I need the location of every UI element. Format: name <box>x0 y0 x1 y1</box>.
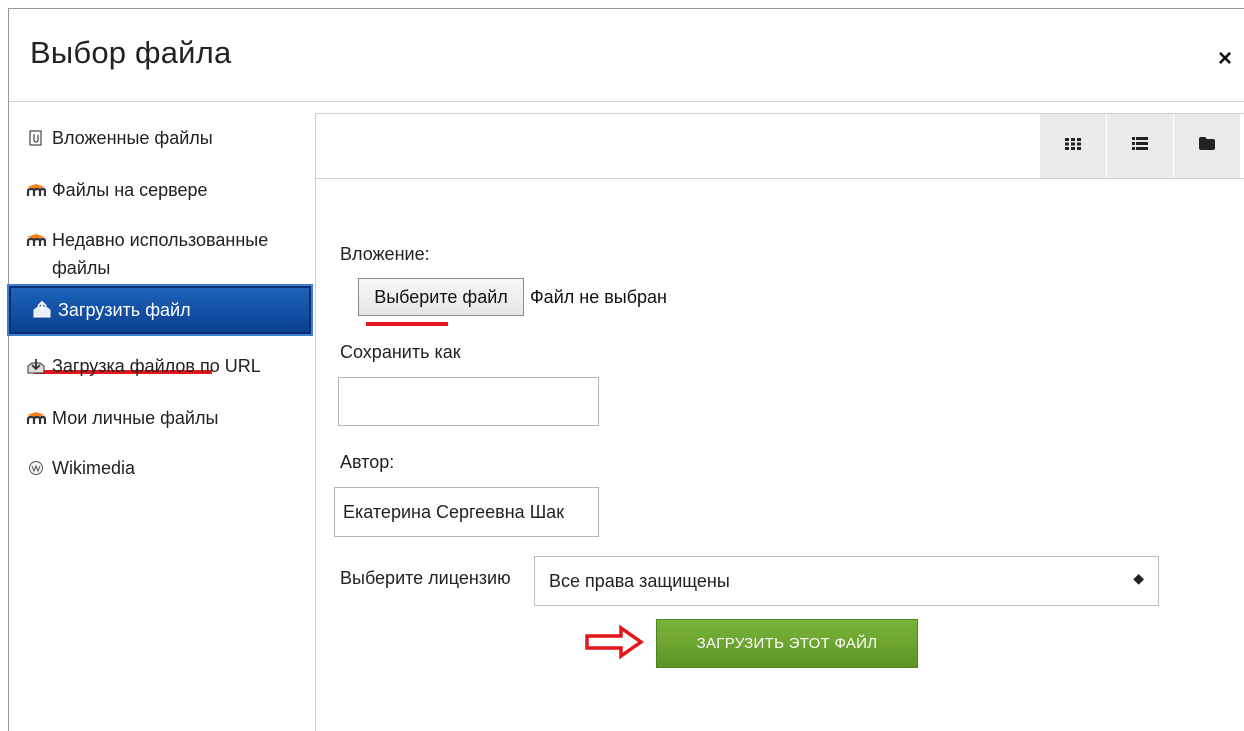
annotation-underline <box>366 322 448 326</box>
list-view-button[interactable] <box>1106 114 1173 178</box>
sidebar-item-server-files[interactable]: Файлы на сервере <box>26 176 208 204</box>
attachment-label: Вложение: <box>340 244 430 264</box>
license-selected-value: Все права защищены <box>549 570 730 591</box>
save-as-label: Сохранить как <box>340 342 461 362</box>
attachment-icon <box>26 124 46 152</box>
list-view-icon <box>1132 137 1148 155</box>
sidebar-item-label: Недавно использованные файлы <box>52 230 269 278</box>
annotation-arrow-icon <box>585 624 645 660</box>
folder-view-icon <box>1199 137 1215 155</box>
license-label: Выберите лицензию <box>340 568 511 588</box>
moodle-icon <box>26 176 46 204</box>
url-download-icon <box>26 352 46 380</box>
moodle-icon <box>26 226 46 254</box>
upload-icon <box>32 301 52 319</box>
sidebar-item-label: Wikimedia <box>52 458 136 478</box>
choose-file-button[interactable]: Выберите файл <box>358 278 524 316</box>
upload-this-file-button[interactable]: ЗАГРУЗИТЬ ЭТОТ ФАЙЛ <box>656 619 918 668</box>
view-switcher <box>1039 114 1240 178</box>
view-toolbar <box>316 113 1244 179</box>
author-label: Автор: <box>340 452 395 472</box>
sidebar-item-label: Мои личные файлы <box>52 408 219 428</box>
sidebar-item-url-download[interactable]: Загрузка файлов по URL <box>26 352 261 380</box>
select-caret-icon: ◆ <box>1133 570 1144 586</box>
moodle-icon <box>26 404 46 432</box>
sidebar-item-label: Файлы на сервере <box>52 180 208 200</box>
dialog-header: Выбор файла × <box>9 9 1244 102</box>
folder-view-button[interactable] <box>1173 114 1240 178</box>
sidebar-item-label: Загрузка файлов по URL <box>52 356 261 376</box>
no-file-status: Файл не выбран <box>530 287 667 307</box>
icons-view-button[interactable] <box>1039 114 1106 178</box>
sidebar-item-attachments[interactable]: Вложенные файлы <box>26 124 213 152</box>
author-input[interactable]: Екатерина Сергеевна Шак <box>334 487 599 537</box>
sidebar-item-label: Вложенные файлы <box>52 128 213 148</box>
license-select[interactable]: Все права защищены ◆ <box>534 556 1159 606</box>
sidebar-item-wikimedia[interactable]: Wikimedia <box>26 454 135 482</box>
icons-view-icon <box>1065 137 1081 155</box>
sidebar-item-recent-files[interactable]: Недавно использованные файлы <box>26 226 286 282</box>
dialog-title: Выбор файла <box>30 35 232 70</box>
sidebar-item-private-files[interactable]: Мои личные файлы <box>26 404 218 432</box>
wikimedia-icon <box>26 454 46 482</box>
save-as-input[interactable] <box>338 377 599 426</box>
close-button[interactable]: × <box>1218 45 1232 73</box>
sidebar-item-label: Загрузить файл <box>58 299 191 320</box>
sidebar-item-upload-file[interactable]: Загрузить файл <box>9 286 311 334</box>
